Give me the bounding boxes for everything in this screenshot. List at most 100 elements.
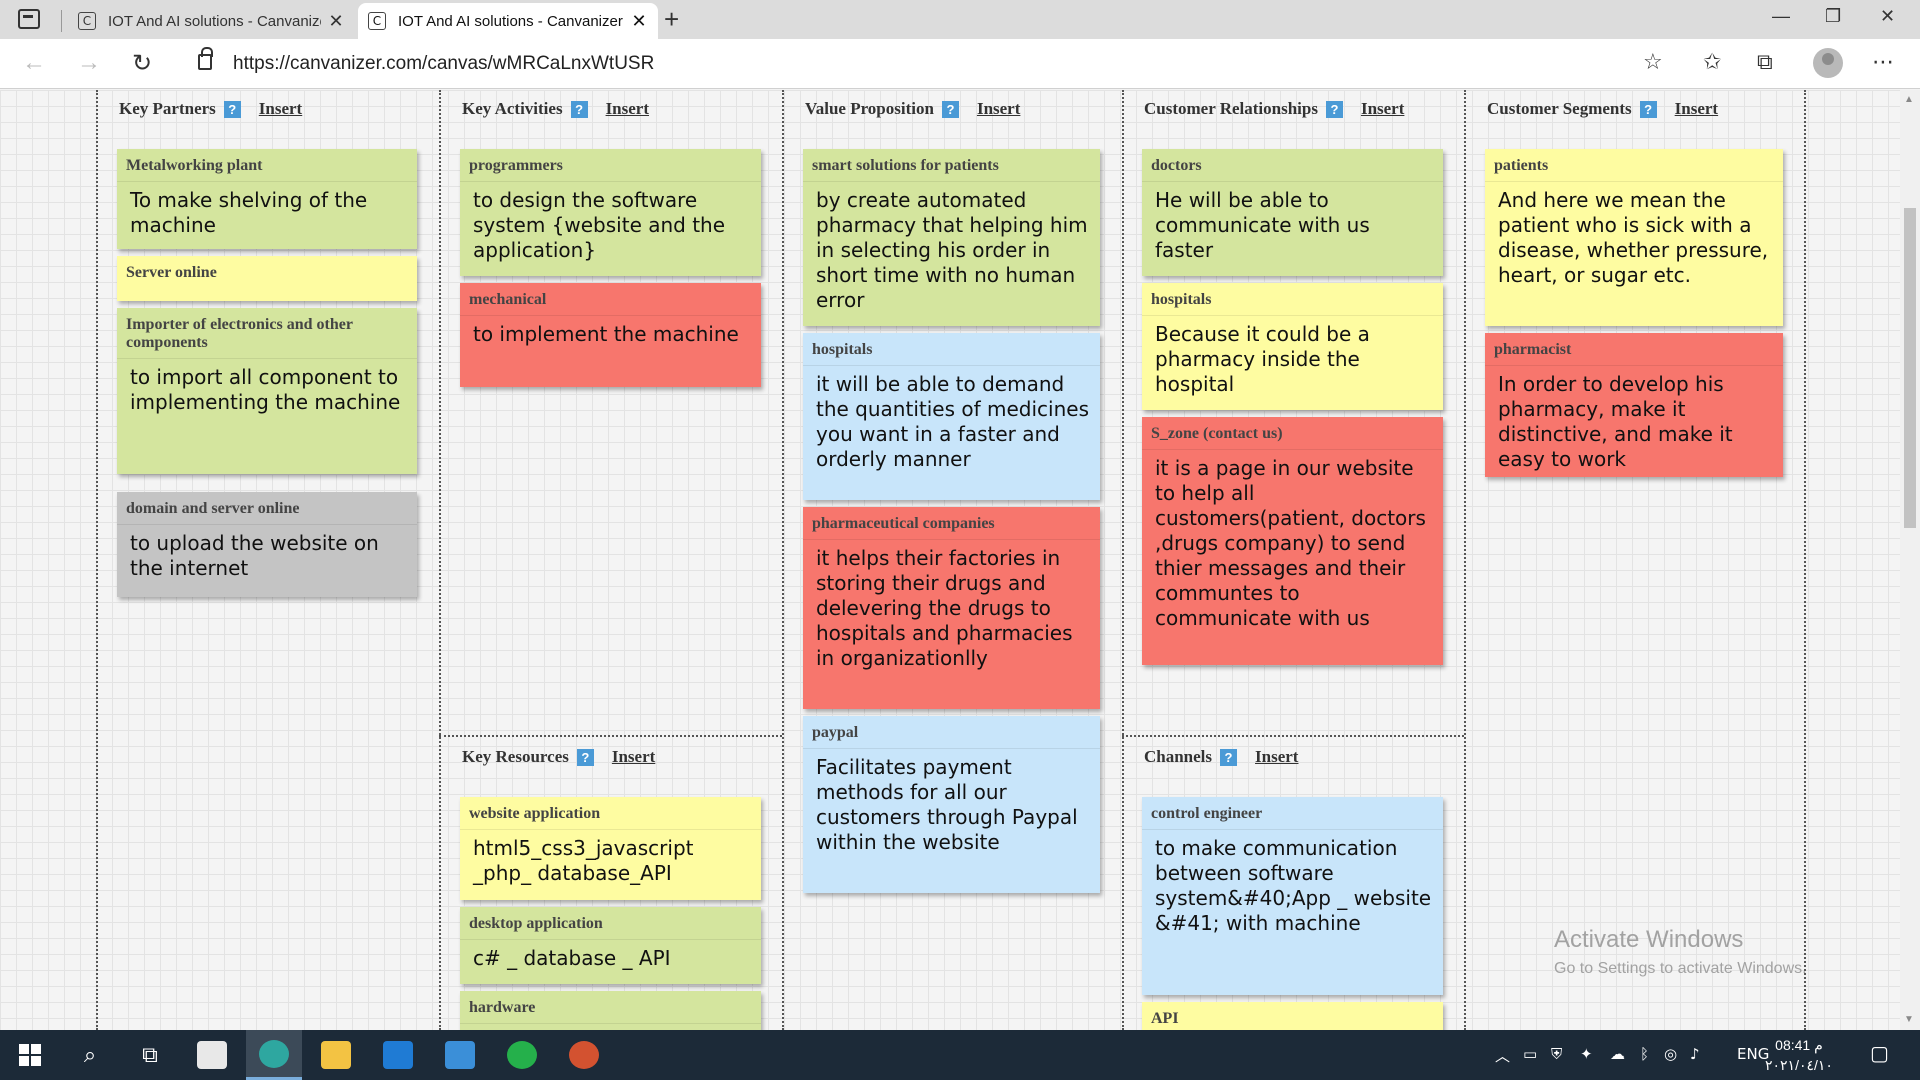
sticky-note[interactable]: Server online [117,256,417,301]
network-icon[interactable]: ◎ [1664,1045,1677,1063]
restore-icon[interactable]: ❐ [1825,6,1841,27]
file-explorer-icon[interactable] [308,1030,364,1080]
profile-avatar[interactable] [1813,48,1843,78]
insert-link[interactable]: Insert [259,99,302,119]
metamask-icon[interactable]: ✦ [1580,1045,1593,1063]
divider [782,90,784,1030]
tab-actions-icon[interactable] [18,9,40,29]
note-body: Because it could be a pharmacy inside th… [1155,322,1370,396]
help-icon[interactable]: ? [941,100,959,118]
refresh-icon[interactable]: ↻ [132,49,152,78]
cloud-icon[interactable]: ☁ [1610,1045,1625,1063]
help-icon[interactable]: ? [1220,748,1238,766]
sticky-note[interactable]: pharmaceutical companies it helps their … [803,507,1100,709]
note-body: to make communication between software s… [1155,836,1432,935]
photos-icon[interactable] [432,1030,488,1080]
help-icon[interactable]: ? [1325,100,1343,118]
help-icon[interactable]: ? [1639,100,1657,118]
help-icon[interactable]: ? [570,100,588,118]
divider [1122,735,1464,737]
clock[interactable]: 08:41 م ٢٠٢١/٠٤/١٠ [1765,1035,1833,1075]
battery-icon[interactable]: ▭ [1523,1045,1537,1063]
section-header-key-resources: Key Resources ? Insert [462,747,655,767]
sticky-note[interactable]: Importer of electronics and other compon… [117,308,417,474]
sticky-note[interactable]: S_zone (contact us) it is a page in our … [1142,417,1443,665]
sticky-note[interactable]: paypal Facilitates payment methods for a… [803,716,1100,893]
note-title: S_zone (contact us) [1142,417,1443,450]
sticky-note[interactable]: smart solutions for patients by create a… [803,149,1100,326]
new-tab-icon[interactable]: + [664,4,679,35]
tab-inactive[interactable]: C IOT And AI solutions - Canvanizer ✕ [68,3,355,39]
add-favorite-icon[interactable]: ☆ [1643,50,1663,75]
mail-icon[interactable] [370,1030,426,1080]
clock-date: ٢٠٢١/٠٤/١٠ [1765,1057,1833,1073]
section-title: Key Partners [119,99,216,118]
section-header-customer-segments: Customer Segments ? Insert [1487,99,1718,119]
powerpoint-icon[interactable] [556,1030,612,1080]
scrollbar-thumb[interactable] [1904,208,1916,528]
more-options-icon[interactable]: ⋯ [1872,50,1894,75]
search-icon[interactable]: ⌕ [62,1030,118,1080]
note-title: hospitals [803,333,1100,366]
store-icon[interactable] [184,1030,240,1080]
insert-link[interactable]: Insert [1255,747,1298,767]
close-tab-icon[interactable]: ✕ [327,11,345,32]
close-window-icon[interactable]: ✕ [1880,6,1895,27]
section-title: Key Resources [462,747,569,766]
section-header-value-proposition: Value Proposition ? Insert [805,99,1020,119]
sticky-note[interactable]: desktop application c# _ database _ API [460,907,761,984]
minimize-icon[interactable]: — [1772,6,1790,27]
back-icon[interactable]: ← [22,49,46,77]
note-body: He will be able to communicate with us f… [1155,188,1370,262]
note-title: paypal [803,716,1100,749]
collections-icon[interactable]: ⧉ [1757,50,1773,75]
sticky-note[interactable]: mechanical to implement the machine [460,283,761,387]
show-hidden-icons-icon[interactable]: ︿ [1495,1045,1510,1066]
vertical-scrollbar[interactable]: ▲ ▼ [1900,90,1920,1030]
lock-icon[interactable] [198,47,213,70]
scroll-down-icon[interactable]: ▼ [1904,1014,1914,1025]
volume-icon[interactable]: ♪ [1690,1045,1700,1063]
close-tab-icon[interactable]: ✕ [630,11,648,32]
sticky-note[interactable]: hardware [460,991,761,1030]
sticky-note[interactable]: hospitals it will be able to demand the … [803,333,1100,500]
help-icon[interactable]: ? [223,100,241,118]
insert-link[interactable]: Insert [606,99,649,119]
section-header-key-partners: Key Partners ? Insert [119,99,302,119]
note-body: html5_css3_javascript _php_ database_API [473,836,694,885]
bluetooth-icon[interactable]: ᛒ [1640,1045,1649,1063]
forward-icon[interactable]: → [77,49,101,77]
sticky-note[interactable]: control engineer to make communication b… [1142,797,1443,995]
sticky-note[interactable]: hospitals Because it could be a pharmacy… [1142,283,1443,410]
help-icon[interactable]: ? [576,748,594,766]
sticky-note[interactable]: doctors He will be able to communicate w… [1142,149,1443,276]
tab-active[interactable]: C IOT And AI solutions - Canvanizer ✕ [358,3,658,39]
sticky-note[interactable]: API [1142,1002,1443,1030]
sticky-note[interactable]: patients And here we mean the patient wh… [1485,149,1783,326]
insert-link[interactable]: Insert [612,747,655,767]
section-header-customer-relationships: Customer Relationships ? Insert [1144,99,1404,119]
note-body: by create automated pharmacy that helpin… [816,188,1088,312]
business-model-canvas: Key Partners ? Insert Metalworking plant… [0,90,1900,1030]
note-title: domain and server online [117,492,417,525]
security-icon[interactable]: ⛨ [1551,1045,1562,1063]
scroll-up-icon[interactable]: ▲ [1904,94,1914,105]
edge-icon[interactable] [246,1030,302,1080]
tab-title: IOT And AI solutions - Canvanizer [398,12,623,30]
notifications-icon[interactable]: ▢ [1870,1041,1889,1065]
sticky-note[interactable]: website application html5_css3_javascrip… [460,797,761,900]
sticky-note[interactable]: programmers to design the software syste… [460,149,761,276]
insert-link[interactable]: Insert [1361,99,1404,119]
whatsapp-icon[interactable] [494,1030,550,1080]
start-icon[interactable] [2,1030,58,1080]
divider [1804,90,1806,1030]
sticky-note[interactable]: Metalworking plant To make shelving of t… [117,149,417,249]
note-title: hospitals [1142,283,1443,316]
sticky-note[interactable]: pharmacist In order to develop his pharm… [1485,333,1783,477]
url-field[interactable]: https://canvanizer.com/canvas/wMRCaLnxWt… [233,53,654,75]
insert-link[interactable]: Insert [1675,99,1718,119]
insert-link[interactable]: Insert [977,99,1020,119]
favorites-icon[interactable]: ✩ [1703,50,1721,75]
task-view-icon[interactable]: ⧉ [122,1030,178,1080]
sticky-note[interactable]: domain and server online to upload the w… [117,492,417,597]
